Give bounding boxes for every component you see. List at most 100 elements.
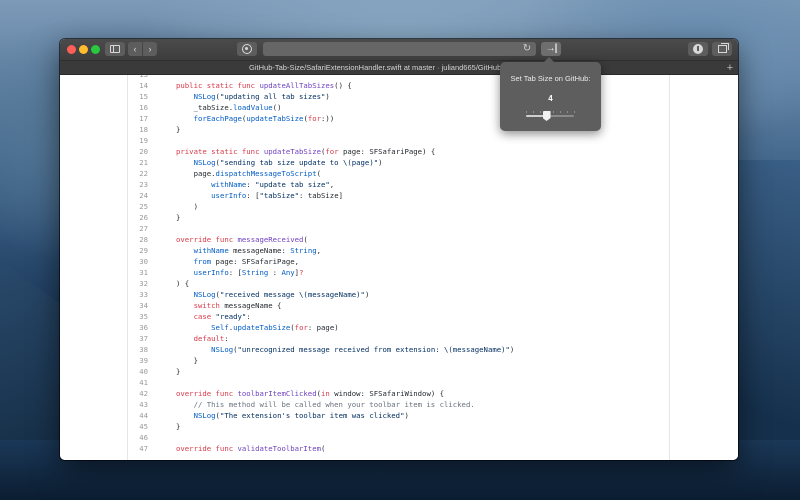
code-line: 35 case "ready":: [128, 311, 251, 322]
slider-thumb[interactable]: [542, 111, 551, 121]
code-token: :: [268, 268, 282, 277]
code-token: override func: [176, 389, 238, 398]
line-number: 37: [139, 334, 148, 343]
line-number: 44: [139, 411, 148, 420]
code-line: 38 NSLog("unrecognized message received …: [128, 344, 514, 355]
code-token: ): [364, 290, 370, 299]
code-text: switch messageName {: [176, 300, 282, 311]
code-token: ) {: [176, 279, 190, 288]
tab-size-arrow-icon: →|: [545, 43, 558, 54]
line-number: 35: [139, 312, 148, 321]
sidebar-icon: [110, 45, 120, 53]
code-token: for: [307, 114, 322, 123]
code-token: }: [176, 213, 181, 222]
code-line: 42 override func toolbarItemClicked(in wi…: [128, 388, 444, 399]
code-token: window: SFSafariWindow) {: [329, 389, 445, 398]
line-number: 28: [139, 235, 148, 244]
code-line: 36 Self.updateTabSize(for: page): [128, 322, 338, 333]
code-text: override func messageReceived(: [176, 234, 308, 245]
sidebar-toggle-button[interactable]: [105, 42, 125, 56]
line-number: 17: [139, 114, 148, 123]
slider-tick: [560, 111, 562, 113]
line-number: 26: [139, 213, 148, 222]
code-line: 26}: [128, 212, 180, 223]
new-tab-button[interactable]: +: [724, 62, 736, 74]
code-text: ) {: [176, 278, 189, 289]
line-number: 24: [139, 191, 148, 200]
slider-tick: [539, 111, 541, 113]
code-token: }: [176, 356, 198, 365]
tab-size-button[interactable]: →|: [541, 42, 561, 56]
line-number: 45: [139, 422, 148, 431]
code-text: NSLog("The extension's toolbar item was …: [176, 410, 409, 421]
code-line: 17 forEachPage(updateTabSize(for:)): [128, 113, 334, 124]
code-text: default:: [176, 333, 229, 344]
code-text: NSLog("received message \(messageName)"): [176, 289, 370, 300]
code-token: }: [176, 125, 181, 134]
code-line: 46: [128, 432, 148, 443]
code-line: 37 default:: [128, 333, 229, 344]
line-number: 14: [139, 81, 148, 90]
code-token: updateTabSize: [233, 323, 291, 332]
downloads-button[interactable]: [688, 42, 708, 56]
zoom-window-button[interactable]: [91, 45, 100, 54]
code-token: override func: [176, 235, 238, 244]
minimize-window-button[interactable]: [79, 45, 88, 54]
active-tab[interactable]: GitHub-Tab-Size/SafariExtensionHandler.s…: [60, 62, 722, 74]
code-token: page: SFSafariPage) {: [338, 147, 436, 156]
code-text: forEachPage(updateTabSize(for:)): [176, 113, 335, 124]
code-line: 43 // This method will be called when yo…: [128, 399, 475, 410]
code-token: loadValue: [233, 103, 273, 112]
code-token: }: [176, 422, 181, 431]
code-listing: 1314public static func updateAllTabSizes…: [128, 75, 514, 454]
tab-size-slider[interactable]: [526, 111, 575, 121]
code-line: 24 userInfo: ["tabSize": tabSize]: [128, 190, 343, 201]
code-line: 27: [128, 223, 148, 234]
line-number: 31: [139, 268, 148, 277]
code-token: "updating all tab sizes": [219, 92, 326, 101]
page-content: 1314public static func updateAllTabSizes…: [60, 75, 738, 460]
line-number: 41: [139, 378, 148, 387]
code-token: page.: [176, 169, 216, 178]
reload-icon[interactable]: ↻: [522, 44, 532, 54]
forward-button[interactable]: ›: [143, 42, 157, 56]
slider-tick: [574, 111, 575, 113]
code-token: NSLog: [193, 290, 216, 299]
tab-size-popover: Set Tab Size on GitHub: 4: [500, 57, 601, 131]
safari-window: ‹ › ↻ →| GitHub-Tab-Size/SafariExtension…: [60, 39, 738, 460]
code-token: from: [193, 257, 212, 266]
close-window-button[interactable]: [67, 45, 76, 54]
code-token: NSLog: [193, 92, 216, 101]
line-number: 40: [139, 367, 148, 376]
code-token: : page): [307, 323, 339, 332]
code-token: "update tab size": [255, 180, 330, 189]
code-token: : [: [228, 268, 242, 277]
code-line: 15 NSLog("updating all tab sizes"): [128, 91, 330, 102]
line-number: 15: [139, 92, 148, 101]
code-token: : [: [246, 191, 260, 200]
code-token: "sending tab size update to \(page)": [219, 158, 379, 167]
line-number: 22: [139, 169, 148, 178]
line-number: 39: [139, 356, 148, 365]
code-line: 28 override func messageReceived(: [128, 234, 308, 245]
tab-overview-button[interactable]: [712, 42, 732, 56]
address-bar[interactable]: ↻: [263, 42, 536, 56]
line-number: 42: [139, 389, 148, 398]
code-token: userInfo: [211, 191, 247, 200]
code-line: 31 userInfo: [String : Any]?: [128, 267, 303, 278]
code-token: updateAllTabSizes: [259, 81, 335, 90]
line-number: 36: [139, 323, 148, 332]
code-line: 47 override func validateToolbarItem(: [128, 443, 325, 454]
extension-button[interactable]: [237, 42, 257, 56]
code-line: 19: [128, 135, 148, 146]
tab-size-value: 4: [548, 94, 553, 103]
back-button[interactable]: ‹: [128, 42, 142, 56]
